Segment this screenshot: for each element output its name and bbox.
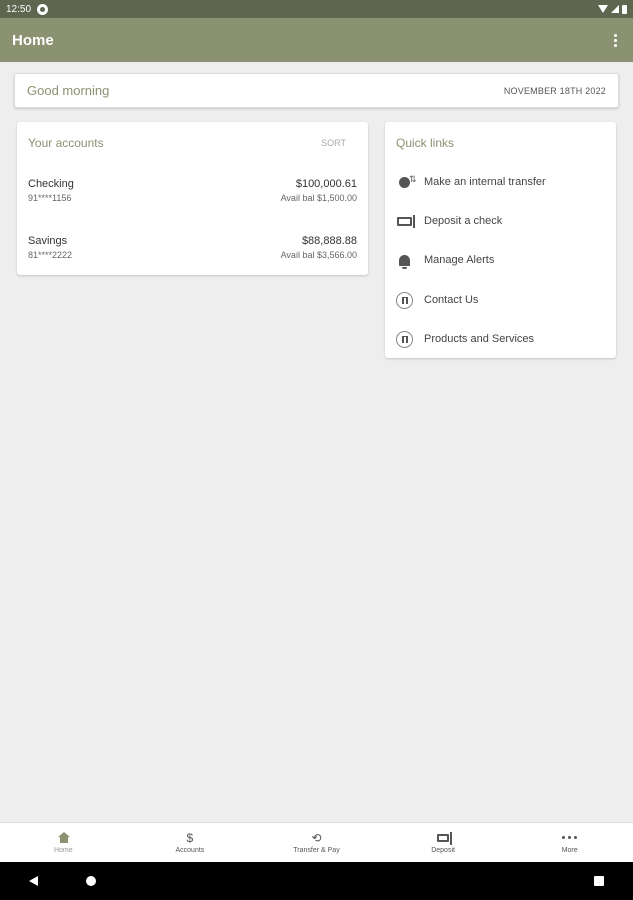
battery-icon — [622, 4, 627, 14]
greeting-card: Good morning NOVEMBER 18TH 2022 — [14, 73, 619, 108]
link-icon — [395, 330, 414, 349]
nav-label: Transfer & Pay — [293, 846, 340, 854]
page-title: Home — [12, 31, 54, 49]
dollar-icon: $ — [186, 830, 194, 845]
nav-home[interactable]: Home — [0, 823, 127, 862]
status-bar: 12:50 — [0, 0, 633, 18]
wifi-icon — [598, 5, 608, 13]
notification-icon — [37, 3, 49, 15]
greeting-text: Good morning — [27, 83, 110, 98]
nav-deposit[interactable]: Deposit — [380, 823, 507, 862]
quick-link-label: Manage Alerts — [424, 254, 495, 266]
quick-link-label: Contact Us — [424, 294, 479, 306]
accounts-card: Your accounts SORT Checking 91****1156 $… — [17, 122, 368, 275]
quick-link-label: Products and Services — [424, 333, 535, 345]
system-home-icon[interactable] — [86, 876, 96, 886]
status-time: 12:50 — [6, 3, 32, 15]
more-dots-icon — [562, 832, 578, 844]
account-name: Savings — [28, 235, 68, 247]
account-available-balance: Avail bal $3,566.00 — [280, 250, 357, 260]
quick-links-card: Quick links Make an internal transfer De… — [385, 122, 616, 358]
nav-label: Deposit — [431, 846, 455, 854]
account-name: Checking — [28, 178, 74, 190]
quick-link-label: Make an internal transfer — [424, 176, 546, 188]
nav-label: More — [561, 846, 578, 854]
check-deposit-icon — [395, 212, 415, 231]
account-number: 81****2222 — [28, 250, 73, 260]
quick-link-internal-transfer[interactable]: Make an internal transfer — [395, 169, 606, 195]
quick-link-contact-us[interactable]: Contact Us — [395, 287, 606, 313]
transfer-pay-icon: ⟲ — [311, 830, 322, 845]
bottom-navigation: Home $ Accounts ⟲ Transfer & Pay Deposit… — [0, 822, 633, 862]
account-available-balance: Avail bal $1,500.00 — [280, 193, 357, 203]
nav-accounts[interactable]: $ Accounts — [127, 823, 254, 862]
home-icon — [57, 832, 70, 844]
account-row-savings[interactable]: Savings 81****2222 $88,888.88 Avail bal … — [28, 235, 357, 267]
quick-link-label: Deposit a check — [424, 215, 503, 227]
quick-link-manage-alerts[interactable]: Manage Alerts — [395, 247, 606, 273]
sort-button[interactable]: SORT — [321, 138, 346, 148]
recent-apps-icon[interactable] — [594, 876, 604, 886]
account-row-checking[interactable]: Checking 91****1156 $100,000.61 Avail ba… — [28, 178, 357, 210]
app-bar: Home — [0, 18, 633, 62]
account-number: 91****1156 — [28, 193, 72, 203]
back-icon[interactable] — [29, 876, 38, 886]
nav-label: Home — [53, 846, 73, 854]
quick-links-title: Quick links — [396, 136, 455, 150]
transfer-icon — [395, 173, 417, 192]
nav-label: Accounts — [175, 846, 205, 854]
quick-link-deposit-check[interactable]: Deposit a check — [395, 208, 606, 234]
account-balance: $88,888.88 — [301, 235, 357, 247]
greeting-date: NOVEMBER 18TH 2022 — [503, 85, 606, 96]
nav-more[interactable]: More — [506, 823, 633, 862]
overflow-menu-icon[interactable] — [609, 30, 621, 50]
system-navigation-bar — [0, 862, 633, 900]
quick-link-products-services[interactable]: Products and Services — [395, 326, 606, 352]
account-balance: $100,000.61 — [295, 178, 357, 190]
bell-icon — [395, 251, 414, 270]
nav-transfer-pay[interactable]: ⟲ Transfer & Pay — [253, 823, 380, 862]
link-icon — [395, 291, 414, 310]
signal-icon — [611, 5, 619, 13]
accounts-title: Your accounts — [28, 135, 104, 150]
deposit-icon — [437, 831, 453, 845]
